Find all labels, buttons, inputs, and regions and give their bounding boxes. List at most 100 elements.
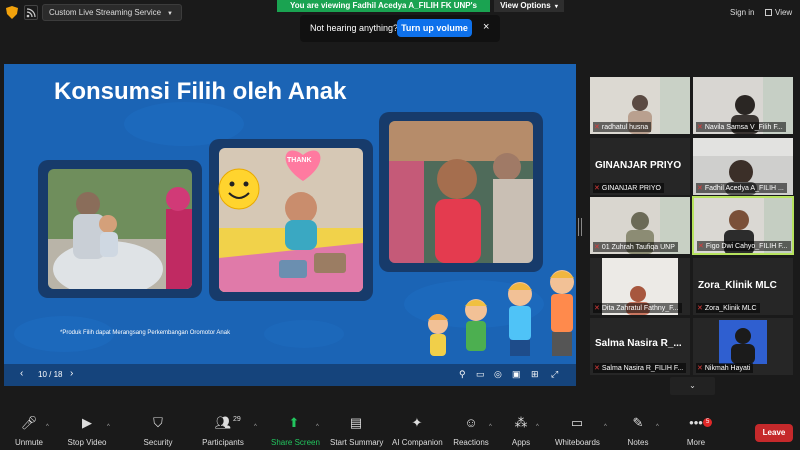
participant-display-name: Zora_Klinik MLC <box>698 280 777 291</box>
participant-name: ✕ GINANJAR PRIYO <box>593 183 664 193</box>
muted-mic-icon: ✕ <box>594 185 600 192</box>
start-summary-button[interactable]: ▤ Start Summary <box>330 414 384 447</box>
summary-icon: ▤ <box>349 415 363 430</box>
participant-name: ✕ Salma Nasira R_FILIH F... <box>593 363 687 373</box>
photo-boy-eating <box>389 121 533 263</box>
live-stream-label: Custom Live Streaming Service <box>49 8 162 17</box>
participant-name: ✕ Navila Samsa V_Filih F... <box>696 122 786 132</box>
whiteboards-label: Whiteboards <box>555 438 600 447</box>
audio-icon[interactable]: ◎ <box>494 369 502 380</box>
participant-tile[interactable]: GINANJAR PRIYO ✕ GINANJAR PRIYO <box>590 138 690 195</box>
slide-navigation-bar: ‹ 10 / 18 › ⚲ ▭ ◎ ▣ ⊞ ⤢ <box>4 364 576 386</box>
participant-name-text: Salma Nasira R_FILIH F... <box>601 365 684 372</box>
slideshow-icon[interactable]: ▣ <box>512 369 521 380</box>
chevron-down-icon: ▼ <box>167 11 173 17</box>
muted-mic-icon: ✕ <box>594 124 600 131</box>
panel-resize-handle[interactable] <box>578 218 582 236</box>
notes-label: Notes <box>627 438 649 447</box>
share-screen-icon: ⬆ <box>288 415 300 430</box>
notes-icon: ✎ <box>632 415 644 430</box>
participant-name-text: Nikmah Hayati <box>704 365 751 372</box>
participant-name-text: Navila Samsa V_Filih F... <box>704 124 783 131</box>
more-badge: 5 <box>703 418 713 427</box>
muted-mic-icon: ✕ <box>697 185 703 192</box>
muted-mic-icon: ✕ <box>594 365 600 372</box>
zoom-icon[interactable]: ⚲ <box>459 369 466 380</box>
participant-name-text: Fadhil Acedya A_FILIH ... <box>704 185 784 192</box>
view-options-label: View Options <box>500 1 551 10</box>
share-screen-button[interactable]: ⬆ Share Screen <box>271 414 320 447</box>
participant-name-text: radhatul husna <box>601 124 649 131</box>
audio-toast-message: Not hearing anything? <box>310 23 399 33</box>
video-camera-icon: ▶ <box>82 415 92 430</box>
participant-tile[interactable]: ✕ radhatul husna <box>590 77 690 134</box>
participant-name: ✕ Figo Dwi Cahyo_FILIH F... <box>697 241 791 251</box>
muted-mic-icon: ✕ <box>697 305 703 312</box>
shield-icon[interactable] <box>6 6 18 19</box>
chevron-up-icon[interactable]: ^ <box>254 424 257 430</box>
notes-button[interactable]: ✎ Notes <box>626 414 650 447</box>
participant-tile-active-speaker[interactable]: ✕ Figo Dwi Cahyo_FILIH F... <box>692 196 794 255</box>
participant-name-text: Figo Dwi Cahyo_FILIH F... <box>705 243 788 250</box>
chevron-up-icon[interactable]: ^ <box>656 424 659 430</box>
close-icon[interactable]: × <box>483 21 489 33</box>
leave-button[interactable]: Leave <box>755 424 793 442</box>
page-indicator: 10 / 18 <box>38 370 63 379</box>
security-button[interactable]: ⛉ Security <box>140 414 176 447</box>
whiteboard-icon: ▭ <box>570 415 584 430</box>
audio-toast: Not hearing anything? Turn up volume × <box>300 15 500 42</box>
participant-tile[interactable]: ✕ Fadhil Acedya A_FILIH ... <box>693 138 793 195</box>
unmute-button[interactable]: 🎤︎ Unmute <box>12 414 46 447</box>
participant-name: ✕ radhatul husna <box>593 122 652 132</box>
sign-in-link[interactable]: Sign in <box>730 8 754 17</box>
muted-mic-icon: ✕ <box>594 244 600 251</box>
unmute-label: Unmute <box>14 438 43 447</box>
participant-tile[interactable]: Salma Nasira R_... ✕ Salma Nasira R_FILIH… <box>590 318 690 375</box>
sparkle-icon: ✦ <box>411 415 423 430</box>
live-stream-dropdown[interactable]: Custom Live Streaming Service ▼ <box>42 4 182 21</box>
ai-companion-label: AI Companion <box>392 438 443 447</box>
participant-name-text: GINANJAR PRIYO <box>601 185 661 192</box>
ai-companion-button[interactable]: ✦ AI Companion <box>392 414 443 447</box>
caption-icon[interactable]: ▭ <box>476 369 485 380</box>
reactions-button[interactable]: ☺ Reactions <box>453 414 489 447</box>
meeting-toolbar: 🎤︎ Unmute ^ ▶ Stop Video ^ ⛉ Security 👥︎ Par… <box>0 410 800 450</box>
thank-sticker-text: THANK <box>287 157 312 164</box>
next-page-icon[interactable]: › <box>70 368 73 379</box>
participant-tile[interactable]: Zora_Klinik MLC ✕ Zora_Klinik MLC <box>693 258 793 315</box>
participant-tile[interactable]: ✕ 01 Zuhrah Taufiqa UNP <box>590 197 690 254</box>
chevron-up-icon[interactable]: ^ <box>107 424 110 430</box>
turn-up-volume-button[interactable]: Turn up volume <box>397 19 472 37</box>
slide-photo-2: THANK <box>209 139 373 301</box>
participant-name: ✕ 01 Zuhrah Taufiqa UNP <box>593 242 678 252</box>
stop-video-button[interactable]: ▶ Stop Video <box>66 414 108 447</box>
slide-photo-3 <box>379 112 543 272</box>
apps-button[interactable]: ⁂ Apps <box>509 414 533 447</box>
chevron-up-icon[interactable]: ^ <box>604 424 607 430</box>
slide-title: Konsumsi Filih oleh Anak <box>54 78 347 105</box>
participant-tile[interactable]: ✕ Dita Zahratul Fathny_F... <box>590 258 690 315</box>
stop-video-label: Stop Video <box>67 438 107 447</box>
view-options-button[interactable]: View Options ▾ <box>494 0 564 12</box>
chevron-up-icon[interactable]: ^ <box>46 424 49 430</box>
participant-name: ✕ Zora_Klinik MLC <box>696 303 760 313</box>
chevron-up-icon[interactable]: ^ <box>489 424 492 430</box>
start-summary-label: Start Summary <box>330 438 384 447</box>
participant-display-name: GINANJAR PRIYO <box>595 160 682 171</box>
chevron-up-icon[interactable]: ^ <box>316 424 319 430</box>
photo-mother-child <box>48 169 192 289</box>
participant-count: 29 <box>233 416 241 423</box>
previous-page-icon[interactable]: ‹ <box>20 368 23 379</box>
whiteboards-button[interactable]: ▭ Whiteboards <box>555 414 600 447</box>
muted-mic-icon: ✕ <box>698 243 704 250</box>
live-stream-signal-icon[interactable] <box>24 5 38 20</box>
grid-icon[interactable]: ⊞ <box>531 369 539 380</box>
more-participants-chevron-icon[interactable]: ⌄ <box>670 377 715 395</box>
participant-tile[interactable]: ✕ Nikmah Hayati <box>693 318 793 375</box>
view-button[interactable]: View <box>765 8 792 17</box>
participant-tile[interactable]: ✕ Navila Samsa V_Filih F... <box>693 77 793 134</box>
fullscreen-icon[interactable]: ⤢ <box>551 369 558 380</box>
smiley-sticker-icon <box>218 168 260 210</box>
chevron-up-icon[interactable]: ^ <box>536 424 539 430</box>
more-label: More <box>686 438 706 447</box>
